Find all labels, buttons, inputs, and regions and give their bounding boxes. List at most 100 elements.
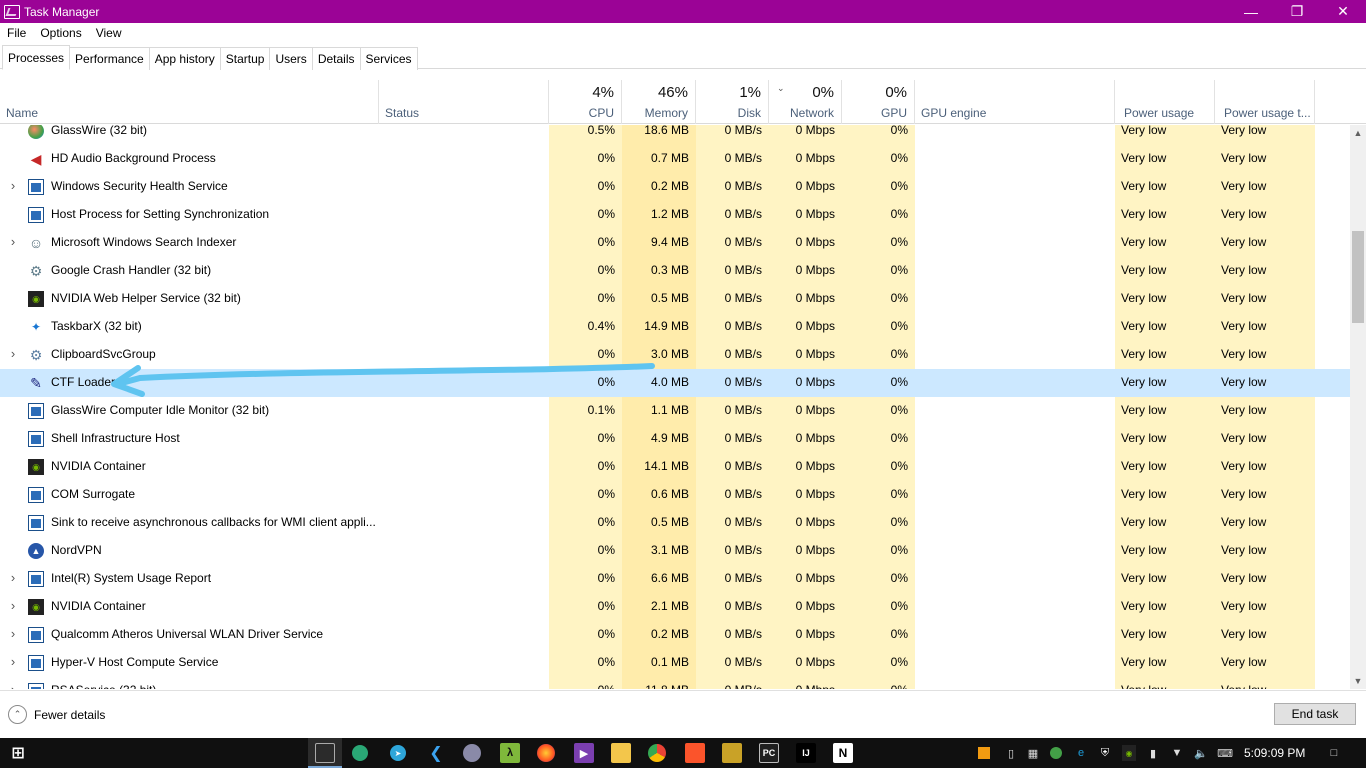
notifications-icon[interactable]: □ (1326, 745, 1342, 761)
header-cpu[interactable]: 4% CPU (549, 80, 622, 124)
intellij-icon[interactable]: IJ (796, 743, 816, 763)
menu-file[interactable]: File (0, 26, 33, 40)
tab-strip: Processes Performance App history Startu… (0, 45, 1366, 70)
tray-app-icon[interactable]: ▦ (1026, 745, 1040, 761)
table-row[interactable]: Shell Infrastructure Host 0% 4.9 MB 0 MB/s 0… (0, 425, 1350, 453)
chevron-right-icon[interactable]: › (7, 593, 19, 621)
table-row[interactable]: Sink to receive asynchronous callbacks f… (0, 509, 1350, 537)
chevron-right-icon[interactable]: › (7, 649, 19, 677)
tab-performance[interactable]: Performance (69, 47, 150, 70)
tray-app-icon[interactable] (978, 747, 990, 759)
table-row[interactable]: ◉ NVIDIA Container 0% 14.1 MB 0 MB/s 0 Mbps 0%… (0, 453, 1350, 481)
table-row[interactable]: › Qualcomm Atheros Universal WLAN Driver … (0, 621, 1350, 649)
memory-cell: 1.2 MB (650, 207, 689, 221)
table-row[interactable]: COM Surrogate 0% 0.6 MB 0 MB/s 0 Mbps 0% Very … (0, 481, 1350, 509)
cpu-cell: 0.1% (587, 403, 615, 417)
visual-studio-icon[interactable]: ▶ (574, 743, 594, 763)
vertical-scrollbar[interactable]: ▲ ▼ (1350, 125, 1366, 689)
header-power-usage-trend[interactable]: Power usage t... (1215, 80, 1315, 124)
lambda-icon[interactable]: λ (500, 743, 520, 763)
scroll-thumb[interactable] (1352, 231, 1364, 323)
keyboard-icon[interactable]: ⌨ (1217, 745, 1233, 761)
table-row[interactable]: ✦ TaskbarX (32 bit) 0.4% 14.9 MB 0 MB/s 0 Mbp… (0, 313, 1350, 341)
scroll-up-arrow-icon[interactable]: ▲ (1350, 125, 1366, 141)
pycharm-icon[interactable]: PC (759, 743, 779, 763)
wifi-icon[interactable]: ▼ (1170, 745, 1184, 761)
network-cell: 0 Mbps (795, 347, 835, 361)
battery-icon[interactable]: ▮ (1146, 745, 1160, 761)
tab-users[interactable]: Users (269, 47, 313, 70)
table-row[interactable]: Host Process for Setting Synchronization… (0, 201, 1350, 229)
header-power-usage[interactable]: Power usage (1115, 80, 1215, 124)
memory-cell: 0.7 MB (650, 151, 689, 165)
vscode-icon[interactable]: ❮ (426, 743, 446, 763)
security-shield-icon[interactable]: ⛨ (1098, 745, 1112, 761)
fewer-details-button[interactable]: ⌃ Fewer details (8, 705, 105, 724)
table-row[interactable]: ▲ NordVPN 0% 3.1 MB 0 MB/s 0 Mbps 0% Very low Ve… (0, 537, 1350, 565)
chevron-right-icon[interactable]: › (7, 677, 19, 689)
tab-app-history[interactable]: App history (148, 47, 221, 70)
gpu-cell: 0% (890, 459, 908, 473)
chrome-icon[interactable] (648, 744, 666, 762)
disk-cell: 0 MB/s (724, 291, 762, 305)
header-name[interactable]: Name (0, 80, 379, 124)
scroll-down-arrow-icon[interactable]: ▼ (1350, 673, 1366, 689)
table-row[interactable]: ⚙ Google Crash Handler (32 bit) 0% 0.3 MB 0 … (0, 257, 1350, 285)
header-gpu[interactable]: 0% GPU (842, 80, 915, 124)
gitkraken-icon[interactable] (352, 745, 368, 761)
tab-processes[interactable]: Processes (2, 45, 71, 70)
table-row[interactable]: › Intel(R) System Usage Report 0% 6.6 MB 0 M… (0, 565, 1350, 593)
chevron-right-icon[interactable]: › (7, 565, 19, 593)
cpu-cell: 0% (597, 235, 615, 249)
menu-view[interactable]: View (89, 26, 129, 40)
table-row[interactable]: ◉ NVIDIA Web Helper Service (32 bit) 0% 0.5… (0, 285, 1350, 313)
header-disk[interactable]: 1% Disk (696, 80, 769, 124)
process-name: Sink to receive asynchronous callbacks f… (51, 515, 376, 529)
maximize-button[interactable]: ❐ (1274, 0, 1320, 23)
disk-cell: 0 MB/s (724, 487, 762, 501)
glasswire-tray-icon[interactable] (1050, 747, 1062, 759)
notion-icon[interactable]: N (833, 743, 853, 763)
menu-options[interactable]: Options (33, 26, 88, 40)
edge-icon[interactable]: e (1074, 745, 1088, 761)
table-row[interactable]: › Hyper-V Host Compute Service 0% 0.1 MB 0 M… (0, 649, 1350, 677)
tab-startup[interactable]: Startup (219, 47, 271, 70)
menu-bar: File Options View (0, 23, 129, 43)
minimize-button[interactable]: — (1228, 0, 1274, 23)
start-icon[interactable]: ⊞ (8, 743, 28, 763)
table-row[interactable]: › ◉ NVIDIA Container 0% 2.1 MB 0 MB/s 0 Mbps 0%… (0, 593, 1350, 621)
tab-services[interactable]: Services (359, 47, 418, 70)
chevron-right-icon[interactable]: › (7, 229, 19, 257)
volume-icon[interactable]: 🔈 (1194, 745, 1208, 761)
chevron-right-icon[interactable]: › (7, 173, 19, 201)
window-icon (28, 403, 44, 419)
close-button[interactable]: ✕ (1320, 0, 1366, 23)
firefox-icon[interactable] (537, 744, 555, 762)
table-row[interactable]: › Windows Security Health Service 0% 0.2 MB… (0, 173, 1350, 201)
file-explorer-icon[interactable] (611, 743, 631, 763)
disk-cell: 0 MB/s (724, 179, 762, 193)
chevron-right-icon[interactable]: › (7, 621, 19, 649)
task-manager-icon[interactable] (315, 743, 335, 763)
table-row[interactable]: GlassWire Computer Idle Monitor (32 bit)… (0, 397, 1350, 425)
end-task-button[interactable]: End task (1274, 703, 1356, 725)
tab-details[interactable]: Details (311, 47, 361, 70)
app-icon[interactable] (463, 744, 481, 762)
table-row[interactable]: › ☺ Microsoft Windows Search Indexer 0% 9.4 … (0, 229, 1350, 257)
clock[interactable]: 5:09:09 PM (1244, 738, 1305, 768)
table-row[interactable]: ◀ HD Audio Background Process 0% 0.7 MB 0 MB… (0, 145, 1350, 173)
table-row[interactable]: GlassWire (32 bit) 0.5% 18.6 MB 0 MB/s 0 Mbp… (0, 125, 1350, 145)
nvidia-tray-icon[interactable]: ◉ (1122, 745, 1136, 761)
telegram-icon[interactable]: ➤ (390, 745, 406, 761)
app-icon[interactable] (722, 743, 742, 763)
brave-icon[interactable] (685, 743, 705, 763)
table-row[interactable]: ✎ CTF Loader 0% 4.0 MB 0 MB/s 0 Mbps 0% Very lo… (0, 369, 1350, 397)
header-memory[interactable]: 46% Memory (622, 80, 696, 124)
chevron-right-icon[interactable]: › (7, 341, 19, 369)
usb-icon[interactable]: ▯ (1004, 745, 1018, 761)
header-status[interactable]: Status (379, 80, 549, 124)
header-network[interactable]: ⌄ 0% Network (769, 80, 842, 124)
table-row[interactable]: › ⚙ ClipboardSvcGroup 0% 3.0 MB 0 MB/s 0 Mbps 0… (0, 341, 1350, 369)
table-row[interactable]: ›RSAService (32 bit)0%11.8 MB0 MB/s0 Mbp… (0, 677, 1350, 689)
header-gpu-engine[interactable]: GPU engine (915, 80, 1115, 124)
